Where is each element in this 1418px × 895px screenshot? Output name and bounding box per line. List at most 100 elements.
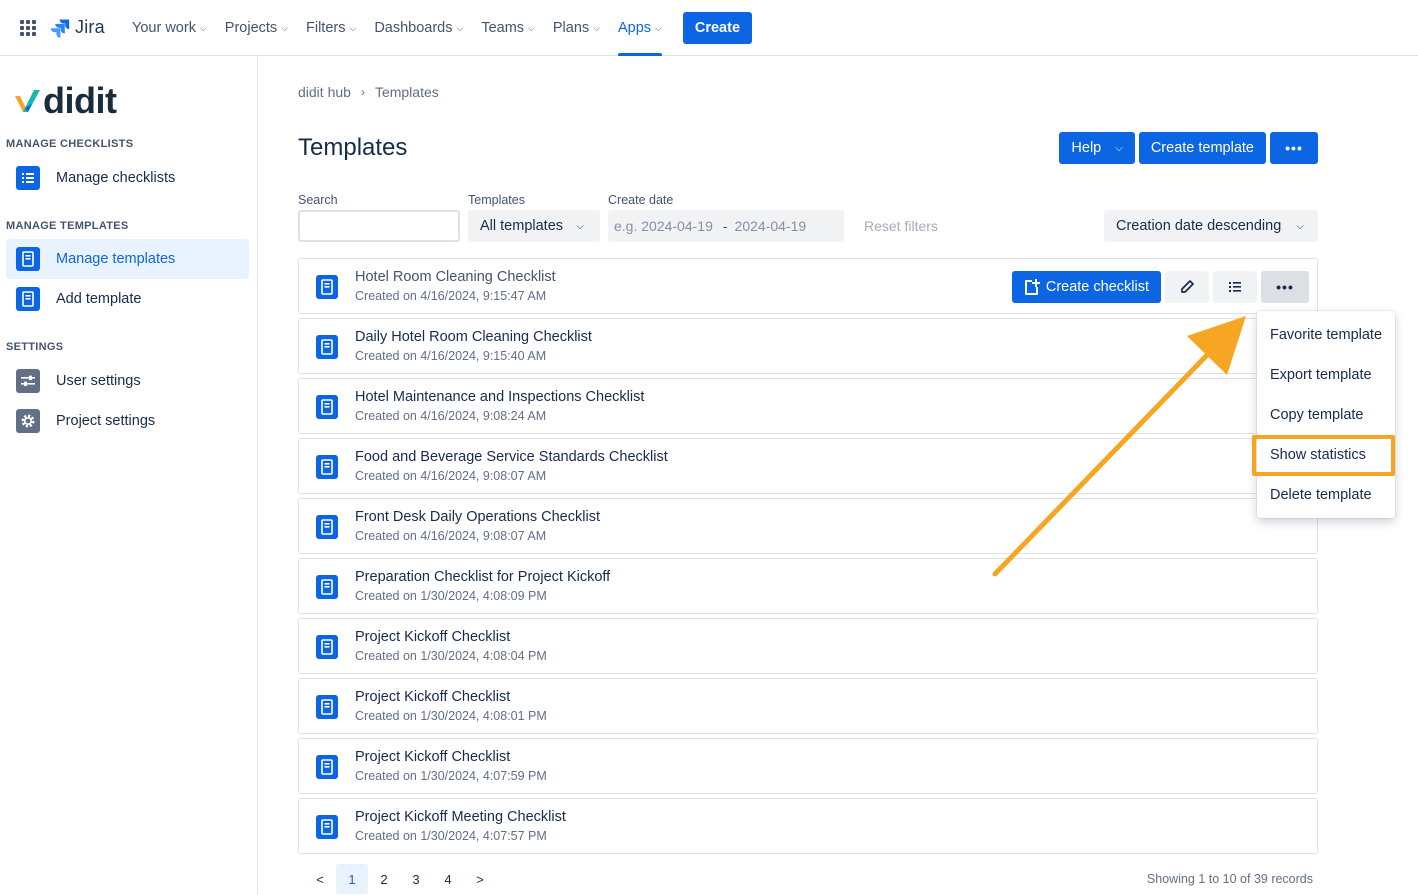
sidebar-item-manage-templates[interactable]: Manage templates	[6, 239, 249, 279]
template-icon	[316, 455, 338, 479]
template-row[interactable]: Hotel Room Cleaning Checklist Created on …	[298, 258, 1318, 314]
template-items-button[interactable]	[1213, 271, 1257, 303]
page-button-1[interactable]: 1	[336, 864, 368, 894]
section-manage-checklists: MANAGE CHECKLISTS	[6, 138, 134, 150]
template-row[interactable]: Project Kickoff Checklist Created on 1/30…	[298, 678, 1318, 734]
breadcrumb-root-link[interactable]: didit hub	[298, 84, 351, 100]
template-title[interactable]: Project Kickoff Checklist	[355, 689, 510, 705]
sidebar-item-manage-checklists[interactable]: Manage checklists	[6, 158, 249, 198]
create-date-range[interactable]: e.g. 2024-04-19 - 2024-04-19	[608, 210, 844, 242]
header-actions: Help ⌵ Create template •••	[1059, 132, 1318, 164]
template-icon	[16, 247, 40, 271]
template-title[interactable]: Project Kickoff Checklist	[355, 749, 510, 765]
edit-template-button[interactable]	[1165, 271, 1209, 303]
template-icon	[16, 287, 40, 311]
date-from-input[interactable]: e.g. 2024-04-19	[614, 218, 713, 234]
nav-item-label: Apps	[617, 20, 652, 36]
row-more-button[interactable]: •••	[1261, 271, 1309, 303]
template-title[interactable]: Front Desk Daily Operations Checklist	[355, 509, 600, 525]
nav-item-dashboards[interactable]: Dashboards ⌵	[365, 0, 472, 56]
template-title[interactable]: Preparation Checklist for Project Kickof…	[355, 569, 610, 585]
template-created-date: Created on 1/30/2024, 4:08:01 PM	[355, 709, 547, 723]
template-created-date: Created on 1/30/2024, 4:08:04 PM	[355, 649, 547, 663]
menu-item-show-statistics[interactable]: Show statistics	[1257, 435, 1395, 475]
template-icon	[316, 635, 338, 659]
nav-item-teams[interactable]: Teams ⌵	[472, 0, 544, 56]
more-actions-button[interactable]: •••	[1270, 132, 1318, 164]
section-manage-templates: MANAGE TEMPLATES	[6, 220, 129, 232]
template-row[interactable]: Project Kickoff Meeting Checklist Created…	[298, 798, 1318, 854]
page-button-4[interactable]: 4	[432, 864, 464, 894]
template-icon	[316, 815, 338, 839]
didit-check-icon	[15, 90, 40, 112]
menu-item-export-template[interactable]: Export template	[1257, 355, 1395, 395]
didit-wordmark: didit	[43, 80, 117, 121]
nav-item-your-work[interactable]: Your work ⌵	[123, 0, 216, 56]
jira-logo[interactable]: Jira	[50, 17, 105, 38]
sidebar-item-label: Manage templates	[56, 251, 176, 267]
template-title[interactable]: Hotel Room Cleaning Checklist	[355, 269, 556, 285]
nav-item-label: Teams	[481, 20, 525, 36]
search-input[interactable]	[298, 210, 460, 242]
nav-item-label: Projects	[224, 20, 278, 36]
sort-select[interactable]: Creation date descending ⌵	[1104, 210, 1318, 242]
page-button-3[interactable]: 3	[400, 864, 432, 894]
reset-filters-button[interactable]: Reset filters	[864, 218, 938, 234]
section-settings: SETTINGS	[6, 341, 64, 353]
didit-logo[interactable]: didit	[14, 80, 117, 122]
sidebar-item-user-settings[interactable]: User settings	[6, 361, 249, 401]
gear-icon	[16, 409, 40, 433]
nav-menu: Your work ⌵ Projects ⌵ Filters ⌵ Dashboards ⌵ Te…	[123, 0, 753, 56]
chevron-down-icon: ⌵	[456, 22, 464, 33]
template-title[interactable]: Hotel Maintenance and Inspections Checkl…	[355, 389, 644, 405]
chevron-down-icon: ⌵	[576, 220, 584, 232]
next-page-button[interactable]: >	[464, 864, 496, 894]
date-to-input[interactable]: 2024-04-19	[735, 218, 807, 234]
template-row[interactable]: Project Kickoff Checklist Created on 1/30…	[298, 738, 1318, 794]
nav-item-plans[interactable]: Plans ⌵	[544, 0, 609, 56]
menu-item-copy-template[interactable]: Copy template	[1257, 395, 1395, 435]
prev-page-button[interactable]: <	[304, 864, 336, 894]
template-row[interactable]: Front Desk Daily Operations Checklist Cre…	[298, 498, 1318, 554]
nav-item-filters[interactable]: Filters ⌵	[297, 0, 365, 56]
page-button-2[interactable]: 2	[368, 864, 400, 894]
template-icon	[316, 515, 338, 539]
templates-select[interactable]: All templates ⌵	[468, 210, 600, 242]
chevron-down-icon: ⌵	[528, 22, 535, 33]
template-title[interactable]: Daily Hotel Room Cleaning Checklist	[355, 329, 592, 345]
sidebar-item-label: User settings	[56, 373, 141, 389]
nav-item-projects[interactable]: Projects ⌵	[216, 0, 297, 56]
sidebar-item-project-settings[interactable]: Project settings	[6, 401, 249, 441]
help-button[interactable]: Help ⌵	[1059, 132, 1135, 164]
chevron-right-icon: ›	[360, 85, 365, 99]
pagination: <1 2 3 4 >	[304, 864, 496, 894]
template-row[interactable]: Preparation Checklist for Project Kickof…	[298, 558, 1318, 614]
menu-item-delete-template[interactable]: Delete template	[1257, 475, 1395, 515]
create-checklist-button[interactable]: Create checklist	[1011, 271, 1161, 303]
sidebar-item-label: Project settings	[56, 413, 156, 429]
template-created-date: Created on 4/16/2024, 9:08:24 AM	[355, 409, 547, 423]
template-icon	[316, 575, 338, 599]
template-title[interactable]: Food and Beverage Service Standards Chec…	[355, 449, 668, 465]
template-row[interactable]: Project Kickoff Checklist Created on 1/30…	[298, 618, 1318, 674]
sort-select-value: Creation date descending	[1116, 218, 1282, 234]
template-title[interactable]: Project Kickoff Checklist	[355, 629, 510, 645]
app-switcher-icon[interactable]	[20, 20, 36, 36]
sidebar-item-add-template[interactable]: Add template	[6, 279, 249, 319]
date-range-separator: -	[722, 218, 728, 234]
row-actions: Create checklist •••	[1011, 271, 1309, 303]
template-row[interactable]: Food and Beverage Service Standards Chec…	[298, 438, 1318, 494]
template-icon	[316, 755, 338, 779]
template-created-date: Created on 4/16/2024, 9:15:40 AM	[355, 349, 547, 363]
template-title[interactable]: Project Kickoff Meeting Checklist	[355, 809, 566, 825]
template-row[interactable]: Daily Hotel Room Cleaning Checklist Creat…	[298, 318, 1318, 374]
create-template-button[interactable]: Create template	[1138, 132, 1266, 164]
menu-item-favorite-template[interactable]: Favorite template	[1257, 315, 1395, 355]
breadcrumb-current[interactable]: Templates	[375, 84, 439, 100]
nav-item-label: Your work	[132, 20, 196, 36]
nav-item-label: Plans	[552, 20, 590, 36]
nav-item-apps[interactable]: Apps ⌵	[609, 0, 671, 56]
template-icon	[316, 395, 338, 419]
create-button[interactable]: Create	[682, 12, 753, 44]
template-row[interactable]: Hotel Maintenance and Inspections Checkl…	[298, 378, 1318, 434]
